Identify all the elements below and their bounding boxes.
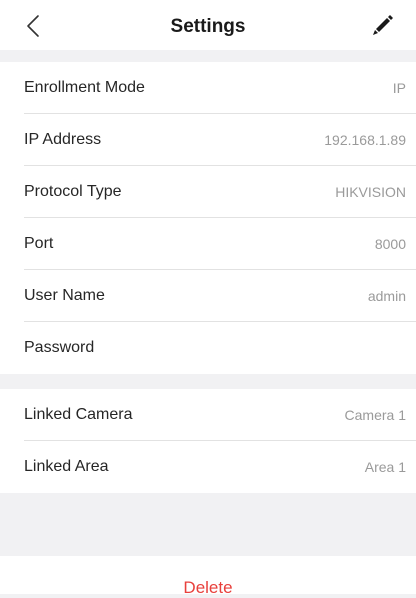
- row-label: User Name: [24, 287, 105, 304]
- delete-button[interactable]: Delete: [0, 578, 416, 598]
- row-value: IP: [392, 80, 406, 96]
- row-value: Camera 1: [344, 407, 406, 423]
- linked-area-row[interactable]: Linked Area Area 1: [0, 441, 416, 493]
- port-row[interactable]: Port 8000: [0, 218, 416, 270]
- linked-camera-row[interactable]: Linked Camera Camera 1: [0, 389, 416, 441]
- protocol-type-row[interactable]: Protocol Type HIKVISION: [0, 166, 416, 218]
- row-value: 8000: [374, 236, 406, 252]
- page-title: Settings: [170, 16, 246, 37]
- row-label: Password: [24, 339, 95, 356]
- row-label: Linked Area: [24, 458, 109, 475]
- edit-button[interactable]: [370, 12, 396, 38]
- header-bar: Settings: [0, 0, 416, 50]
- enrollment-mode-row[interactable]: Enrollment Mode IP: [0, 62, 416, 114]
- row-label: Enrollment Mode: [24, 79, 145, 96]
- row-label: Port: [24, 235, 54, 252]
- ip-address-row[interactable]: IP Address 192.168.1.89: [0, 114, 416, 166]
- password-row[interactable]: Password: [0, 322, 416, 374]
- row-value: HIKVISION: [335, 184, 406, 200]
- row-label: IP Address: [24, 131, 102, 148]
- row-value: admin: [367, 288, 406, 304]
- row-label: Protocol Type: [24, 183, 122, 200]
- linked-settings-group: Linked Camera Camera 1 Linked Area Area …: [0, 389, 416, 493]
- row-value: 192.168.1.89: [324, 132, 406, 148]
- user-name-row[interactable]: User Name admin: [0, 270, 416, 322]
- device-settings-group: Enrollment Mode IP IP Address 192.168.1.…: [0, 62, 416, 374]
- row-value: Area 1: [364, 459, 406, 475]
- pencil-icon: [373, 15, 393, 35]
- row-label: Linked Camera: [24, 406, 133, 423]
